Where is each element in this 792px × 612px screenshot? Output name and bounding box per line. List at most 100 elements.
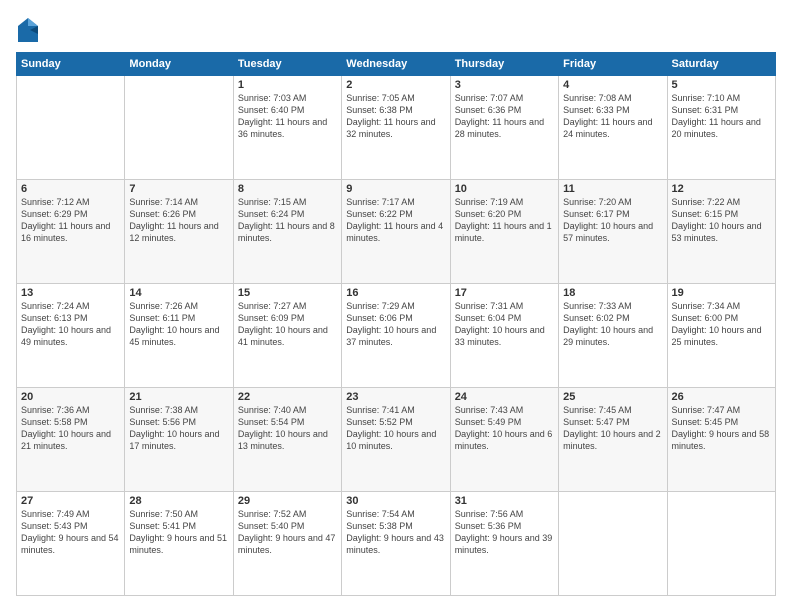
day-number: 24 [455, 391, 554, 403]
table-cell: 24 Sunrise: 7:43 AMSunset: 5:49 PMDayligh… [450, 388, 558, 492]
table-cell: 22Sunrise: 7:40 AMSunset: 5:54 PMDayligh… [233, 388, 341, 492]
table-cell: 5 Sunrise: 7:10 AMSunset: 6:31 PMDaylight… [667, 76, 775, 180]
day-number: 28 [129, 495, 228, 507]
col-thursday: Thursday [450, 53, 558, 76]
day-number: 29 [238, 495, 337, 507]
cell-info: Sunrise: 7:05 AMSunset: 6:38 PMDaylight:… [346, 93, 435, 139]
table-cell: 8Sunrise: 7:15 AMSunset: 6:24 PMDaylight… [233, 180, 341, 284]
day-number: 15 [238, 287, 337, 299]
day-number: 1 [238, 79, 337, 91]
cell-info: Sunrise: 7:08 AMSunset: 6:33 PMDaylight:… [563, 93, 652, 139]
cell-info: Sunrise: 7:19 AMSunset: 6:20 PMDaylight:… [455, 197, 552, 243]
col-wednesday: Wednesday [342, 53, 450, 76]
table-cell: 14 Sunrise: 7:26 AMSunset: 6:11 PMDayligh… [125, 284, 233, 388]
cell-info: Sunrise: 7:12 AMSunset: 6:29 PMDaylight:… [21, 197, 110, 243]
day-number: 26 [672, 391, 771, 403]
table-cell: 20 Sunrise: 7:36 AMSunset: 5:58 PMDayligh… [17, 388, 125, 492]
day-number: 27 [21, 495, 120, 507]
cell-info: Sunrise: 7:34 AMSunset: 6:00 PMDaylight:… [672, 301, 762, 347]
col-sunday: Sunday [17, 53, 125, 76]
table-cell: 9 Sunrise: 7:17 AMSunset: 6:22 PMDaylight… [342, 180, 450, 284]
cell-info: Sunrise: 7:47 AMSunset: 5:45 PMDaylight:… [672, 405, 770, 451]
week-row-3: 13 Sunrise: 7:24 AMSunset: 6:13 PMDayligh… [17, 284, 776, 388]
cell-info: Sunrise: 7:27 AMSunset: 6:09 PMDaylight:… [238, 301, 328, 347]
logo-icon [16, 16, 40, 44]
table-cell: 29 Sunrise: 7:52 AMSunset: 5:40 PMDayligh… [233, 492, 341, 596]
table-cell: 19 Sunrise: 7:34 AMSunset: 6:00 PMDayligh… [667, 284, 775, 388]
table-cell [667, 492, 775, 596]
day-number: 25 [563, 391, 662, 403]
calendar-header-row: Sunday Monday Tuesday Wednesday Thursday… [17, 53, 776, 76]
day-number: 13 [21, 287, 120, 299]
table-cell: 17Sunrise: 7:31 AMSunset: 6:04 PMDayligh… [450, 284, 558, 388]
table-cell: 6Sunrise: 7:12 AMSunset: 6:29 PMDaylight… [17, 180, 125, 284]
cell-info: Sunrise: 7:17 AMSunset: 6:22 PMDaylight:… [346, 197, 443, 243]
week-row-5: 27Sunrise: 7:49 AMSunset: 5:43 PMDayligh… [17, 492, 776, 596]
week-row-2: 6Sunrise: 7:12 AMSunset: 6:29 PMDaylight… [17, 180, 776, 284]
table-cell: 4Sunrise: 7:08 AMSunset: 6:33 PMDaylight… [559, 76, 667, 180]
table-cell: 27Sunrise: 7:49 AMSunset: 5:43 PMDayligh… [17, 492, 125, 596]
day-number: 9 [346, 183, 445, 195]
cell-info: Sunrise: 7:26 AMSunset: 6:11 PMDaylight:… [129, 301, 219, 347]
table-cell: 2 Sunrise: 7:05 AMSunset: 6:38 PMDaylight… [342, 76, 450, 180]
table-cell: 28 Sunrise: 7:50 AMSunset: 5:41 PMDayligh… [125, 492, 233, 596]
day-number: 14 [129, 287, 228, 299]
day-number: 11 [563, 183, 662, 195]
table-cell [17, 76, 125, 180]
day-number: 31 [455, 495, 554, 507]
cell-info: Sunrise: 7:50 AMSunset: 5:41 PMDaylight:… [129, 509, 227, 555]
table-cell: 1Sunrise: 7:03 AMSunset: 6:40 PMDaylight… [233, 76, 341, 180]
day-number: 21 [129, 391, 228, 403]
cell-info: Sunrise: 7:10 AMSunset: 6:31 PMDaylight:… [672, 93, 761, 139]
col-friday: Friday [559, 53, 667, 76]
cell-info: Sunrise: 7:14 AMSunset: 6:26 PMDaylight:… [129, 197, 218, 243]
table-cell: 10 Sunrise: 7:19 AMSunset: 6:20 PMDayligh… [450, 180, 558, 284]
table-cell [559, 492, 667, 596]
cell-info: Sunrise: 7:52 AMSunset: 5:40 PMDaylight:… [238, 509, 336, 555]
day-number: 2 [346, 79, 445, 91]
week-row-4: 20 Sunrise: 7:36 AMSunset: 5:58 PMDayligh… [17, 388, 776, 492]
table-cell: 12 Sunrise: 7:22 AMSunset: 6:15 PMDayligh… [667, 180, 775, 284]
day-number: 30 [346, 495, 445, 507]
day-number: 16 [346, 287, 445, 299]
day-number: 5 [672, 79, 771, 91]
table-cell: 11 Sunrise: 7:20 AMSunset: 6:17 PMDayligh… [559, 180, 667, 284]
day-number: 12 [672, 183, 771, 195]
cell-info: Sunrise: 7:22 AMSunset: 6:15 PMDaylight:… [672, 197, 762, 243]
cell-info: Sunrise: 7:31 AMSunset: 6:04 PMDaylight:… [455, 301, 545, 347]
day-number: 20 [21, 391, 120, 403]
day-number: 3 [455, 79, 554, 91]
cell-info: Sunrise: 7:36 AMSunset: 5:58 PMDaylight:… [21, 405, 111, 451]
table-cell: 25 Sunrise: 7:45 AMSunset: 5:47 PMDayligh… [559, 388, 667, 492]
logo [16, 16, 44, 44]
table-cell: 23Sunrise: 7:41 AMSunset: 5:52 PMDayligh… [342, 388, 450, 492]
cell-info: Sunrise: 7:45 AMSunset: 5:47 PMDaylight:… [563, 405, 661, 451]
table-cell: 21 Sunrise: 7:38 AMSunset: 5:56 PMDayligh… [125, 388, 233, 492]
cell-info: Sunrise: 7:29 AMSunset: 6:06 PMDaylight:… [346, 301, 436, 347]
table-cell: 26 Sunrise: 7:47 AMSunset: 5:45 PMDayligh… [667, 388, 775, 492]
cell-info: Sunrise: 7:56 AMSunset: 5:36 PMDaylight:… [455, 509, 553, 555]
table-cell: 31 Sunrise: 7:56 AMSunset: 5:36 PMDayligh… [450, 492, 558, 596]
cell-info: Sunrise: 7:38 AMSunset: 5:56 PMDaylight:… [129, 405, 219, 451]
col-tuesday: Tuesday [233, 53, 341, 76]
table-cell [125, 76, 233, 180]
day-number: 18 [563, 287, 662, 299]
cell-info: Sunrise: 7:07 AMSunset: 6:36 PMDaylight:… [455, 93, 544, 139]
header [16, 16, 776, 44]
page: Sunday Monday Tuesday Wednesday Thursday… [0, 0, 792, 612]
week-row-1: 1Sunrise: 7:03 AMSunset: 6:40 PMDaylight… [17, 76, 776, 180]
day-number: 19 [672, 287, 771, 299]
table-cell: 13 Sunrise: 7:24 AMSunset: 6:13 PMDayligh… [17, 284, 125, 388]
cell-info: Sunrise: 7:54 AMSunset: 5:38 PMDaylight:… [346, 509, 444, 555]
cell-info: Sunrise: 7:20 AMSunset: 6:17 PMDaylight:… [563, 197, 653, 243]
cell-info: Sunrise: 7:15 AMSunset: 6:24 PMDaylight:… [238, 197, 335, 243]
table-cell: 30 Sunrise: 7:54 AMSunset: 5:38 PMDayligh… [342, 492, 450, 596]
cell-info: Sunrise: 7:24 AMSunset: 6:13 PMDaylight:… [21, 301, 111, 347]
day-number: 10 [455, 183, 554, 195]
day-number: 23 [346, 391, 445, 403]
cell-info: Sunrise: 7:40 AMSunset: 5:54 PMDaylight:… [238, 405, 328, 451]
cell-info: Sunrise: 7:43 AMSunset: 5:49 PMDaylight:… [455, 405, 553, 451]
table-cell: 3 Sunrise: 7:07 AMSunset: 6:36 PMDaylight… [450, 76, 558, 180]
col-monday: Monday [125, 53, 233, 76]
col-saturday: Saturday [667, 53, 775, 76]
